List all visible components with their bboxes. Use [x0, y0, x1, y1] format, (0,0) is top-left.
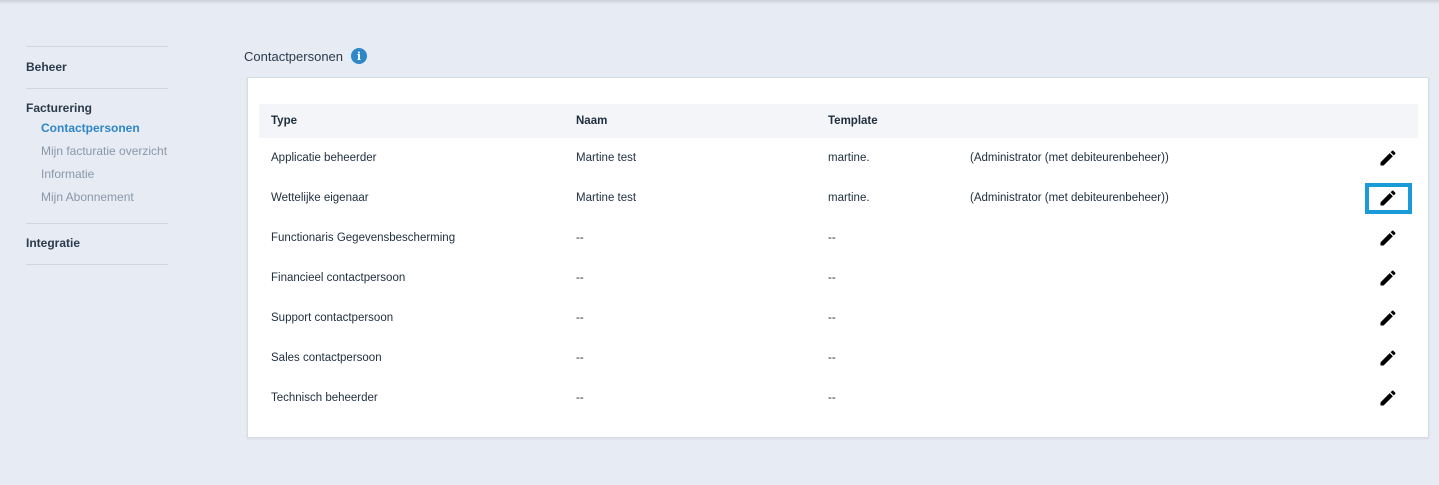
- sidebar: Beheer Facturering Contactpersonen Mijn …: [26, 46, 168, 265]
- cell-template: --: [828, 232, 836, 244]
- pencil-icon: [1380, 150, 1396, 166]
- cell-naam: --: [576, 352, 584, 364]
- table-row: Sales contactpersoon -- --: [259, 338, 1418, 378]
- cell-template: --: [828, 392, 836, 404]
- cell-actions: [1358, 138, 1418, 178]
- table-row: Support contactpersoon -- --: [259, 298, 1418, 338]
- info-icon[interactable]: i: [351, 48, 368, 64]
- cell-role: [958, 258, 1358, 298]
- cell-type: Wettelijke eigenaar: [271, 192, 369, 204]
- column-header-type: Type: [271, 115, 297, 127]
- edit-button[interactable]: [1365, 383, 1412, 414]
- table-row: Applicatie beheerder Martine test martin…: [259, 138, 1418, 178]
- pencil-icon: [1380, 390, 1396, 406]
- contacts-panel: Type Naam Template Applicatie beheerder …: [247, 77, 1429, 438]
- table-row: Technisch beheerder -- --: [259, 378, 1418, 418]
- edit-button[interactable]: [1365, 343, 1412, 374]
- edit-button[interactable]: [1364, 182, 1412, 214]
- page-title-wrapper: Contactpersonen i: [244, 48, 368, 64]
- pencil-icon: [1380, 270, 1396, 286]
- table-row: Financieel contactpersoon -- --: [259, 258, 1418, 298]
- column-header-actions: [1358, 104, 1418, 138]
- cell-naam: Martine test: [576, 152, 637, 164]
- cell-template: martine.: [828, 152, 870, 164]
- pencil-icon: [1380, 350, 1396, 366]
- cell-actions: [1358, 298, 1418, 338]
- column-header-role: [958, 104, 1358, 138]
- cell-template: martine.: [828, 192, 870, 204]
- cell-naam: --: [576, 272, 584, 284]
- sidebar-item-integratie[interactable]: Integratie: [26, 236, 168, 250]
- cell-type: Applicatie beheerder: [271, 152, 377, 164]
- cell-actions: [1358, 258, 1418, 298]
- sidebar-item-mijn-facturatie-overzicht[interactable]: Mijn facturatie overzicht: [26, 144, 168, 158]
- cell-actions: [1358, 338, 1418, 378]
- cell-naam: --: [576, 232, 584, 244]
- cell-naam: --: [576, 392, 584, 404]
- cell-type: Functionaris Gegevensbescherming: [271, 232, 456, 244]
- column-header-template: Template: [828, 115, 878, 127]
- cell-template: --: [828, 312, 836, 324]
- cell-naam: Martine test: [576, 192, 637, 204]
- cell-type: Support contactpersoon: [271, 312, 394, 324]
- cell-role: [958, 218, 1358, 258]
- sidebar-item-facturering[interactable]: Facturering: [26, 101, 168, 115]
- edit-button[interactable]: [1365, 303, 1412, 334]
- cell-role: [958, 338, 1358, 378]
- edit-button[interactable]: [1365, 223, 1412, 254]
- cell-role: [958, 298, 1358, 338]
- sidebar-item-informatie[interactable]: Informatie: [26, 167, 168, 181]
- contacts-table: Type Naam Template Applicatie beheerder …: [259, 104, 1418, 418]
- cell-template: --: [828, 352, 836, 364]
- sidebar-item-mijn-abonnement[interactable]: Mijn Abonnement: [26, 190, 168, 204]
- cell-type: Technisch beheerder: [271, 392, 378, 404]
- cell-type: Financieel contactpersoon: [271, 272, 406, 284]
- cell-role: (Administrator (met debiteurenbeheer)): [970, 192, 1169, 204]
- cell-actions: [1358, 178, 1418, 218]
- column-header-naam: Naam: [576, 115, 608, 127]
- cell-actions: [1358, 218, 1418, 258]
- cell-actions: [1358, 378, 1418, 418]
- pencil-icon: [1380, 310, 1396, 326]
- pencil-icon: [1380, 190, 1396, 206]
- edit-button[interactable]: [1365, 143, 1412, 174]
- cell-role: (Administrator (met debiteurenbeheer)): [970, 152, 1169, 164]
- sidebar-divider: [26, 264, 168, 265]
- page-title: Contactpersonen: [244, 48, 344, 64]
- table-row: Functionaris Gegevensbescherming -- --: [259, 218, 1418, 258]
- pencil-icon: [1380, 230, 1396, 246]
- sidebar-item-contactpersonen[interactable]: Contactpersonen: [26, 121, 168, 135]
- top-shadow: [0, 0, 1439, 4]
- sidebar-item-beheer[interactable]: Beheer: [26, 60, 168, 74]
- cell-template: --: [828, 272, 836, 284]
- cell-naam: --: [576, 312, 584, 324]
- cell-type: Sales contactpersoon: [271, 352, 382, 364]
- edit-button[interactable]: [1365, 263, 1412, 294]
- cell-role: [958, 378, 1358, 418]
- table-header-row: Type Naam Template: [259, 104, 1418, 138]
- table-row: Wettelijke eigenaar Martine test martine…: [259, 178, 1418, 218]
